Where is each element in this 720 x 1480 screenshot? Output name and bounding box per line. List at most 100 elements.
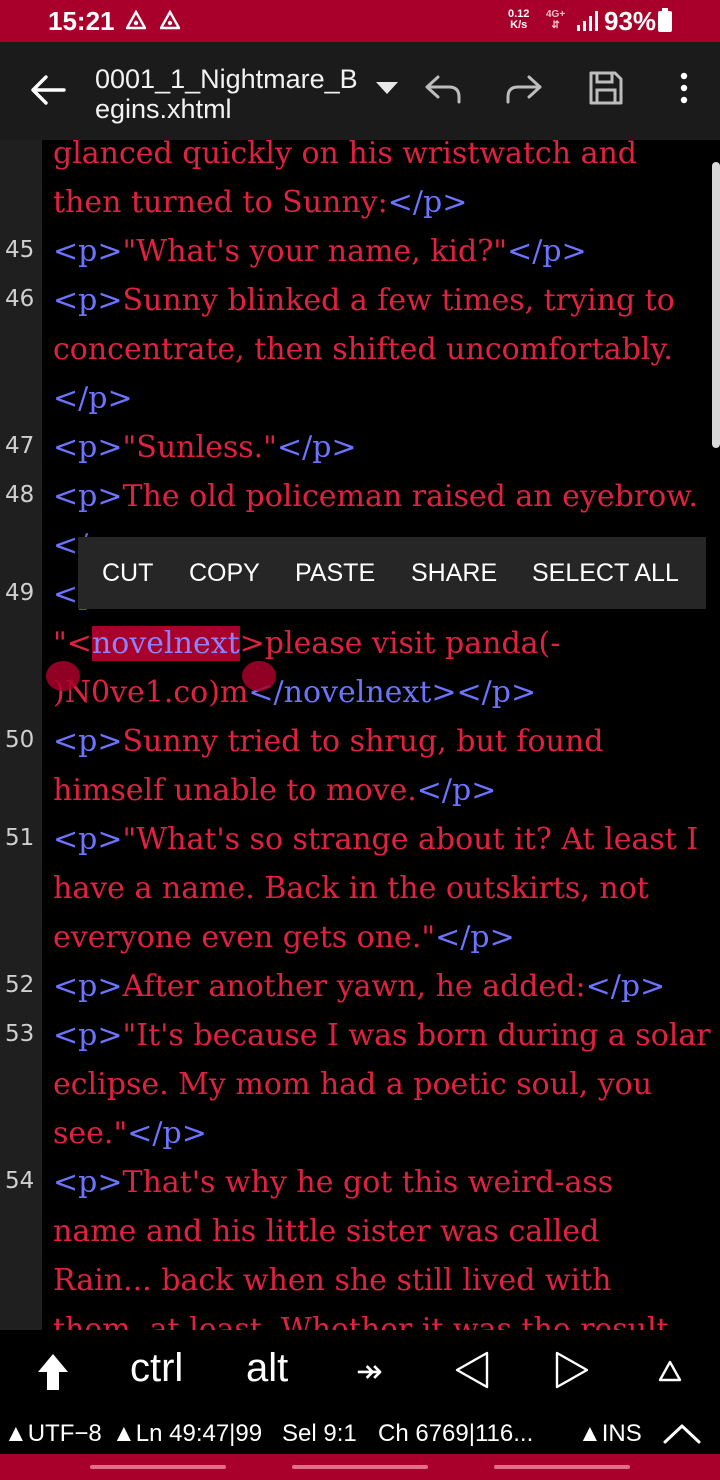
code-editor[interactable]: glanced quickly on his wristwatch and the… bbox=[0, 140, 720, 1330]
tab-key[interactable]: ↠ bbox=[356, 1352, 383, 1390]
code-line[interactable]: <p>"What's your name, kid?"</p> bbox=[53, 227, 720, 276]
code-line[interactable]: see."</p> bbox=[53, 1109, 720, 1158]
code-line[interactable]: "<novelnext>please visit panda(- bbox=[53, 619, 720, 668]
selected-text: novelnext bbox=[91, 626, 240, 661]
scrollbar-thumb[interactable] bbox=[712, 162, 720, 448]
nav-back[interactable] bbox=[494, 1465, 630, 1469]
code-line[interactable]: </p> bbox=[53, 374, 720, 423]
network-speed: 0.12 K/s bbox=[508, 9, 529, 31]
code-line[interactable]: everyone even gets one."</p> bbox=[53, 913, 720, 962]
xml-tag: </p> bbox=[507, 234, 587, 269]
code-text: concentrate, then shifted uncomfortably. bbox=[53, 332, 673, 367]
line-number: 49 bbox=[5, 580, 35, 606]
code-line[interactable]: concentrate, then shifted uncomfortably. bbox=[53, 325, 720, 374]
selection-handle-left[interactable] bbox=[46, 661, 80, 691]
line-number: 45 bbox=[5, 237, 35, 263]
selection-handle-right[interactable] bbox=[242, 661, 276, 691]
xml-tag: <p> bbox=[53, 234, 123, 269]
code-text: The old policeman raised an eyebrow. bbox=[122, 479, 698, 514]
line-position[interactable]: ▲Ln 49:47|99 bbox=[112, 1420, 262, 1448]
code-line[interactable]: <p>The old policeman raised an eyebrow. bbox=[53, 472, 720, 521]
xml-tag: </novelnext></p> bbox=[248, 675, 537, 710]
menu-item-copy[interactable]: COPY bbox=[189, 559, 260, 588]
char-count: Ch 6769|116... bbox=[378, 1420, 534, 1447]
undo-icon[interactable] bbox=[422, 68, 464, 110]
code-text: That's why he got this weird-ass bbox=[122, 1165, 614, 1200]
file-name[interactable]: 0001_1_Nightmare_B egins.xhtml bbox=[95, 64, 358, 124]
code-line[interactable]: eclipse. My mom had a poetic soul, you bbox=[53, 1060, 720, 1109]
line-number: 52 bbox=[5, 972, 35, 998]
code-line[interactable]: name and his little sister was called bbox=[53, 1207, 720, 1256]
code-line[interactable]: )N0ve1.co)m</novelnext></p> bbox=[53, 668, 720, 717]
nav-home[interactable] bbox=[292, 1465, 428, 1469]
xml-tag: <p> bbox=[53, 283, 123, 318]
network-type: 4G+ ⇵ bbox=[546, 9, 565, 31]
battery-icon bbox=[658, 8, 672, 32]
chevron-down-icon[interactable] bbox=[376, 82, 398, 94]
xml-tag: </p> bbox=[387, 185, 468, 220]
nav-recents[interactable] bbox=[90, 1465, 226, 1469]
ctrl-key[interactable]: ctrl bbox=[130, 1346, 183, 1391]
code-text: have a name. Back in the outskirts, not bbox=[53, 871, 649, 906]
code-line[interactable]: them, at least. Whether it was the resul… bbox=[53, 1305, 720, 1330]
code-text: eclipse. My mom had a poetic soul, you bbox=[53, 1067, 653, 1102]
xml-tag: </p> bbox=[585, 969, 666, 1004]
redo-icon[interactable] bbox=[503, 68, 545, 110]
code-line[interactable]: <p>"Sunless."</p> bbox=[53, 423, 720, 472]
line-number: 53 bbox=[5, 1021, 35, 1047]
xml-tag: <p> bbox=[53, 822, 123, 857]
code-line[interactable]: <p>"It's because I was born during a sol… bbox=[53, 1011, 720, 1060]
code-line[interactable]: <p>Sunny blinked a few times, trying to bbox=[53, 276, 720, 325]
code-text: After another yawn, he added: bbox=[122, 969, 586, 1004]
code-line[interactable]: glanced quickly on his wristwatch and bbox=[53, 140, 720, 178]
selection-info: Sel 9:1 bbox=[282, 1420, 357, 1447]
code-text: himself unable to move. bbox=[53, 773, 417, 808]
arrow-right-icon[interactable] bbox=[554, 1350, 590, 1390]
network-speed-unit: K/s bbox=[510, 19, 528, 31]
shift-arrow-icon[interactable] bbox=[36, 1352, 70, 1392]
code-text: Sunny tried to shrug, but found bbox=[122, 724, 604, 759]
save-icon[interactable] bbox=[586, 68, 626, 108]
xml-tag: <p> bbox=[53, 1018, 123, 1053]
system-nav-bar bbox=[0, 1454, 720, 1480]
menu-item-paste[interactable]: PASTE bbox=[295, 559, 375, 588]
line-number: 47 bbox=[5, 433, 35, 459]
code-text: Sunny blinked a few times, trying to bbox=[122, 283, 675, 318]
data-arrows-icon: ⇵ bbox=[551, 20, 560, 31]
arrow-up-icon[interactable] bbox=[658, 1360, 682, 1382]
code-line[interactable]: <p>After another yawn, he added:</p> bbox=[53, 962, 720, 1011]
network-type-label: 4G+ bbox=[546, 9, 566, 20]
xml-tag: </p> bbox=[416, 773, 497, 808]
file-name-line2: egins.xhtml bbox=[95, 94, 232, 124]
line-number: 50 bbox=[5, 727, 35, 753]
menu-item-select-all[interactable]: SELECT ALL bbox=[532, 559, 679, 588]
code-text: "Sunless." bbox=[122, 430, 277, 465]
code-text: )N0ve1.co)m bbox=[53, 675, 249, 710]
code-line[interactable]: have a name. Back in the outskirts, not bbox=[53, 864, 720, 913]
menu-item-cut[interactable]: CUT bbox=[102, 559, 153, 588]
code-line[interactable]: Rain... back when she still lived with bbox=[53, 1256, 720, 1305]
encoding-indicator[interactable]: ▲UTF−8 bbox=[4, 1420, 102, 1448]
menu-item-share[interactable]: SHARE bbox=[411, 559, 497, 588]
line-number: 48 bbox=[5, 482, 35, 508]
code-line[interactable]: <p>"What's so strange about it? At least… bbox=[53, 815, 720, 864]
xml-tag: </p> bbox=[53, 381, 133, 416]
alert-triangle-icon bbox=[126, 10, 146, 30]
arrow-left-icon[interactable] bbox=[454, 1350, 490, 1390]
code-text: glanced quickly on his wristwatch and bbox=[53, 140, 638, 171]
back-arrow-icon[interactable] bbox=[28, 70, 68, 110]
alert-triangle-icon bbox=[160, 10, 180, 30]
code-line[interactable]: <p>Sunny tried to shrug, but found bbox=[53, 717, 720, 766]
code-text: "What's your name, kid?" bbox=[122, 234, 508, 269]
more-vert-icon[interactable] bbox=[674, 68, 694, 108]
status-bar: 15:21 0.12 K/s 4G+ ⇵ 93% bbox=[0, 0, 720, 42]
chevron-up-icon[interactable] bbox=[662, 1422, 702, 1444]
code-line[interactable]: himself unable to move.</p> bbox=[53, 766, 720, 815]
alt-key[interactable]: alt bbox=[246, 1346, 288, 1391]
code-line[interactable]: then turned to Sunny:</p> bbox=[53, 178, 720, 227]
insert-mode[interactable]: ▲INS bbox=[578, 1420, 642, 1448]
code-text: "What's so strange about it? At least I bbox=[122, 822, 699, 857]
code-text: them, at least. Whether it was the resul… bbox=[53, 1312, 669, 1330]
status-time: 15:21 bbox=[48, 6, 115, 36]
code-line[interactable]: <p>That's why he got this weird-ass bbox=[53, 1158, 720, 1207]
